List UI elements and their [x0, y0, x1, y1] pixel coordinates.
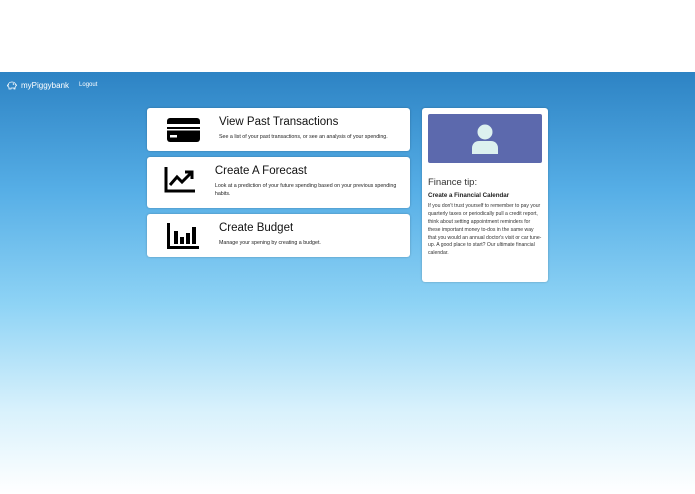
- tip-title: Create a Financial Calendar: [428, 192, 510, 199]
- card-title: Create Budget: [219, 222, 294, 234]
- tip-body: If you don't trust yourself to remember …: [428, 203, 542, 257]
- navbar: myPiggybank Logout: [0, 72, 695, 98]
- tip-heading: Finance tip:: [428, 177, 478, 188]
- brand-link[interactable]: myPiggybank: [6, 79, 69, 91]
- credit-card-icon: [166, 118, 200, 142]
- card-description: Look at a prediction of your future spen…: [214, 183, 397, 198]
- card-title: View Past Transactions: [219, 116, 339, 128]
- finance-tip-card: Finance tip: Create a Financial Calendar…: [422, 108, 548, 282]
- card-text: Create Budget Manage your spening by cre…: [219, 214, 329, 257]
- create-budget-card[interactable]: Create Budget Manage your spening by cre…: [147, 214, 410, 257]
- create-forecast-card[interactable]: Create A Forecast Look at a prediction o…: [147, 157, 410, 208]
- card-text: Create A Forecast Look at a prediction o…: [215, 157, 410, 208]
- piggy-bank-icon: [7, 81, 17, 90]
- card-description: Manage your spening by creating a budget…: [219, 240, 321, 246]
- user-icon: [472, 124, 498, 154]
- bar-chart-icon: [166, 223, 199, 249]
- card-icon-container: [147, 157, 215, 208]
- view-past-transactions-card[interactable]: View Past Transactions See a list of you…: [147, 108, 410, 151]
- card-icon-container: [147, 108, 219, 151]
- card-icon-container: [147, 214, 219, 257]
- logout-link[interactable]: Logout: [79, 82, 97, 88]
- tip-image: [428, 114, 542, 163]
- card-text: View Past Transactions See a list of you…: [219, 108, 396, 151]
- brand-name: myPiggybank: [21, 80, 70, 90]
- card-description: See a list of your past transactions, or…: [219, 134, 388, 140]
- card-title: Create A Forecast: [214, 165, 307, 177]
- trend-chart-icon: [164, 167, 196, 193]
